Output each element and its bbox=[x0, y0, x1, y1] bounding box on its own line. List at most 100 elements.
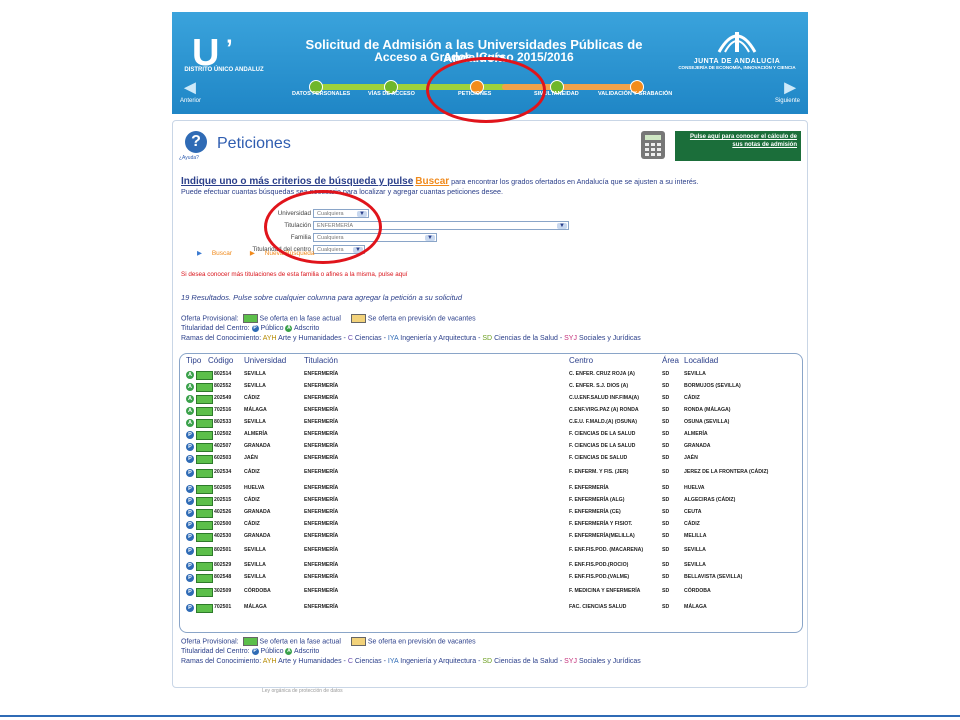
publico-icon: P bbox=[186, 533, 194, 541]
cell-area: SD bbox=[662, 485, 670, 491]
col-titulacion[interactable]: Titulación bbox=[304, 356, 338, 365]
col-area[interactable]: Área bbox=[662, 356, 679, 365]
cell-area: SD bbox=[662, 443, 670, 449]
legend-oferta-prevision: Se oferta en previsión de vacantes bbox=[367, 315, 476, 323]
footer-lopd-link[interactable]: Ley orgánica de protección de datos bbox=[262, 688, 343, 694]
cell-centro: F. ENF.FIS.POD.(VALME) bbox=[569, 574, 630, 580]
adscrito-icon: A bbox=[285, 325, 293, 332]
cell-codigo: 202549 bbox=[214, 395, 232, 401]
cell-universidad: CÁDIZ bbox=[244, 469, 260, 475]
cell-universidad: MÁLAGA bbox=[244, 407, 267, 413]
instructions-line2: Puede efectuar cuantas búsquedas sea nec… bbox=[181, 187, 504, 196]
next-button[interactable]: ► Siguiente bbox=[764, 78, 800, 108]
calculo-notas-link[interactable]: Pulse aquí para conocer el cálculo de su… bbox=[675, 131, 801, 161]
step-label-vias[interactable]: VÍAS DE ACCESO bbox=[368, 91, 415, 97]
cell-area: SD bbox=[662, 395, 670, 401]
rama-name: Arte y Humanidades bbox=[278, 335, 342, 343]
cell-centro: F. ENFERMERÍA (ALG) bbox=[569, 497, 625, 503]
cell-universidad: CÁDIZ bbox=[244, 521, 260, 527]
legend-adscrito: Adscrito bbox=[294, 648, 320, 656]
cell-titulacion: ENFERMERÍA bbox=[304, 407, 339, 413]
cell-localidad: ALMERÍA bbox=[684, 431, 708, 437]
cell-localidad: BELLAVISTA (SEVILLA) bbox=[684, 574, 743, 580]
green-swatch-icon bbox=[196, 469, 213, 478]
legend-top: Oferta Provisional: Se oferta en la fase… bbox=[181, 314, 641, 343]
cell-area: SD bbox=[662, 509, 670, 515]
play-icon: ▶ bbox=[249, 250, 257, 257]
col-universidad[interactable]: Universidad bbox=[244, 356, 286, 365]
cell-area: SD bbox=[662, 419, 670, 425]
cell-localidad: SEVILLA bbox=[684, 562, 706, 568]
step-label-peticiones[interactable]: PETICIONES bbox=[458, 91, 491, 97]
step-label-validacion[interactable]: VALIDACIÓN Y GRABACIÓN bbox=[598, 91, 672, 97]
footer-divider bbox=[0, 715, 960, 717]
cell-titulacion: ENFERMERÍA bbox=[304, 562, 339, 568]
cell-localidad: CÁDIZ bbox=[684, 521, 700, 527]
cell-codigo: 402526 bbox=[214, 509, 232, 515]
cell-titulacion: ENFERMERÍA bbox=[304, 419, 339, 425]
col-codigo[interactable]: Código bbox=[208, 356, 233, 365]
prev-button[interactable]: ◄ Anterior bbox=[180, 78, 216, 108]
step-label-simultaneidad[interactable]: SIMULTANEIDAD bbox=[534, 91, 579, 97]
universidad-select[interactable]: Cualquiera ▼ bbox=[313, 209, 369, 218]
legend-bottom: Oferta Provisional: Se oferta en la fase… bbox=[181, 637, 641, 666]
cell-centro: F. ENFERMERÍA (CE) bbox=[569, 509, 621, 515]
cell-titulacion: ENFERMERÍA bbox=[304, 395, 339, 401]
publico-icon: P bbox=[186, 521, 194, 529]
cell-universidad: HUELVA bbox=[244, 485, 265, 491]
cell-codigo: 402507 bbox=[214, 443, 232, 449]
green-swatch-icon bbox=[196, 588, 213, 597]
page-header-subtitle: Acceso a Grados. Curso 2015/2016 bbox=[374, 50, 574, 64]
more-titulaciones-link[interactable]: Si desea conocer más titulaciones de est… bbox=[181, 271, 407, 278]
titulacion-select[interactable]: ENFERMERÍA ▼ bbox=[313, 221, 569, 230]
col-localidad[interactable]: Localidad bbox=[684, 356, 718, 365]
cell-area: SD bbox=[662, 455, 670, 461]
cell-titulacion: ENFERMERÍA bbox=[304, 509, 339, 515]
cell-localidad: MELILLA bbox=[684, 533, 707, 539]
cell-localidad: OSUNA (SEVILLA) bbox=[684, 419, 730, 425]
cell-centro: C.E.U. F.MALD.(A) (OSUNA) bbox=[569, 419, 638, 425]
cell-universidad: GRANADA bbox=[244, 533, 271, 539]
cell-localidad: MÁLAGA bbox=[684, 604, 707, 610]
cell-area: SD bbox=[662, 562, 670, 568]
col-centro[interactable]: Centro bbox=[569, 356, 593, 365]
rama-code: IYA bbox=[387, 658, 399, 666]
col-tipo[interactable]: Tipo bbox=[186, 356, 201, 365]
help-label[interactable]: ¿Ayuda? bbox=[179, 155, 199, 161]
play-icon: ▶ bbox=[197, 250, 204, 257]
legend-ramas-label: Ramas del Conocimiento: bbox=[181, 335, 262, 343]
cell-centro: FAC. CIENCIAS SALUD bbox=[569, 604, 627, 610]
publico-icon: P bbox=[186, 604, 194, 612]
cell-universidad: SEVILLA bbox=[244, 574, 266, 580]
cell-titulacion: ENFERMERÍA bbox=[304, 383, 339, 389]
next-label: Siguiente bbox=[774, 98, 800, 104]
help-icon[interactable]: ? bbox=[185, 131, 207, 153]
yellow-swatch-icon bbox=[350, 314, 366, 323]
legend-oferta-label: Oferta Provisional: bbox=[181, 638, 239, 646]
cell-localidad: ALGECIRAS (CÁDIZ) bbox=[684, 497, 736, 503]
cell-localidad: RONDA (MÁLAGA) bbox=[684, 407, 731, 413]
cell-titulacion: ENFERMERÍA bbox=[304, 455, 339, 461]
cell-centro: F. CIENCIAS DE LA SALUD bbox=[569, 443, 636, 449]
nueva-busqueda-button[interactable]: ▶ Nueva Búsqueda bbox=[250, 250, 323, 257]
calculator-icon[interactable] bbox=[641, 131, 665, 159]
cell-centro: F. ENFERM. Y FIS. (JER) bbox=[569, 469, 629, 475]
familia-select[interactable]: Cualquiera ▼ bbox=[313, 233, 437, 242]
buscar-button[interactable]: ▶ Buscar bbox=[197, 250, 240, 257]
cell-universidad: CÓRDOBA bbox=[244, 588, 271, 594]
green-swatch-icon bbox=[196, 407, 213, 416]
page: U’ DISTRITO ÚNICO ANDALUZ Solicitud de A… bbox=[172, 12, 808, 688]
chevron-down-icon: ▼ bbox=[357, 211, 367, 217]
green-swatch-icon bbox=[196, 562, 213, 571]
legend-titularidad-label: Titularidad del Centro: bbox=[181, 325, 250, 333]
arrow-left-icon: ◄ bbox=[180, 77, 200, 99]
green-swatch-icon bbox=[196, 431, 213, 440]
cell-centro: C. ENFER. CRUZ ROJA (A) bbox=[569, 371, 635, 377]
instructions-buscar: Buscar bbox=[415, 176, 450, 187]
yellow-swatch-icon bbox=[350, 637, 366, 646]
adscrito-icon: A bbox=[186, 419, 194, 427]
step-label-datos[interactable]: DATOS PERSONALES bbox=[292, 91, 350, 97]
cell-area: SD bbox=[662, 371, 670, 377]
green-swatch-icon bbox=[196, 497, 213, 506]
cell-centro: F. ENFERMERÍA(MELILLA) bbox=[569, 533, 635, 539]
